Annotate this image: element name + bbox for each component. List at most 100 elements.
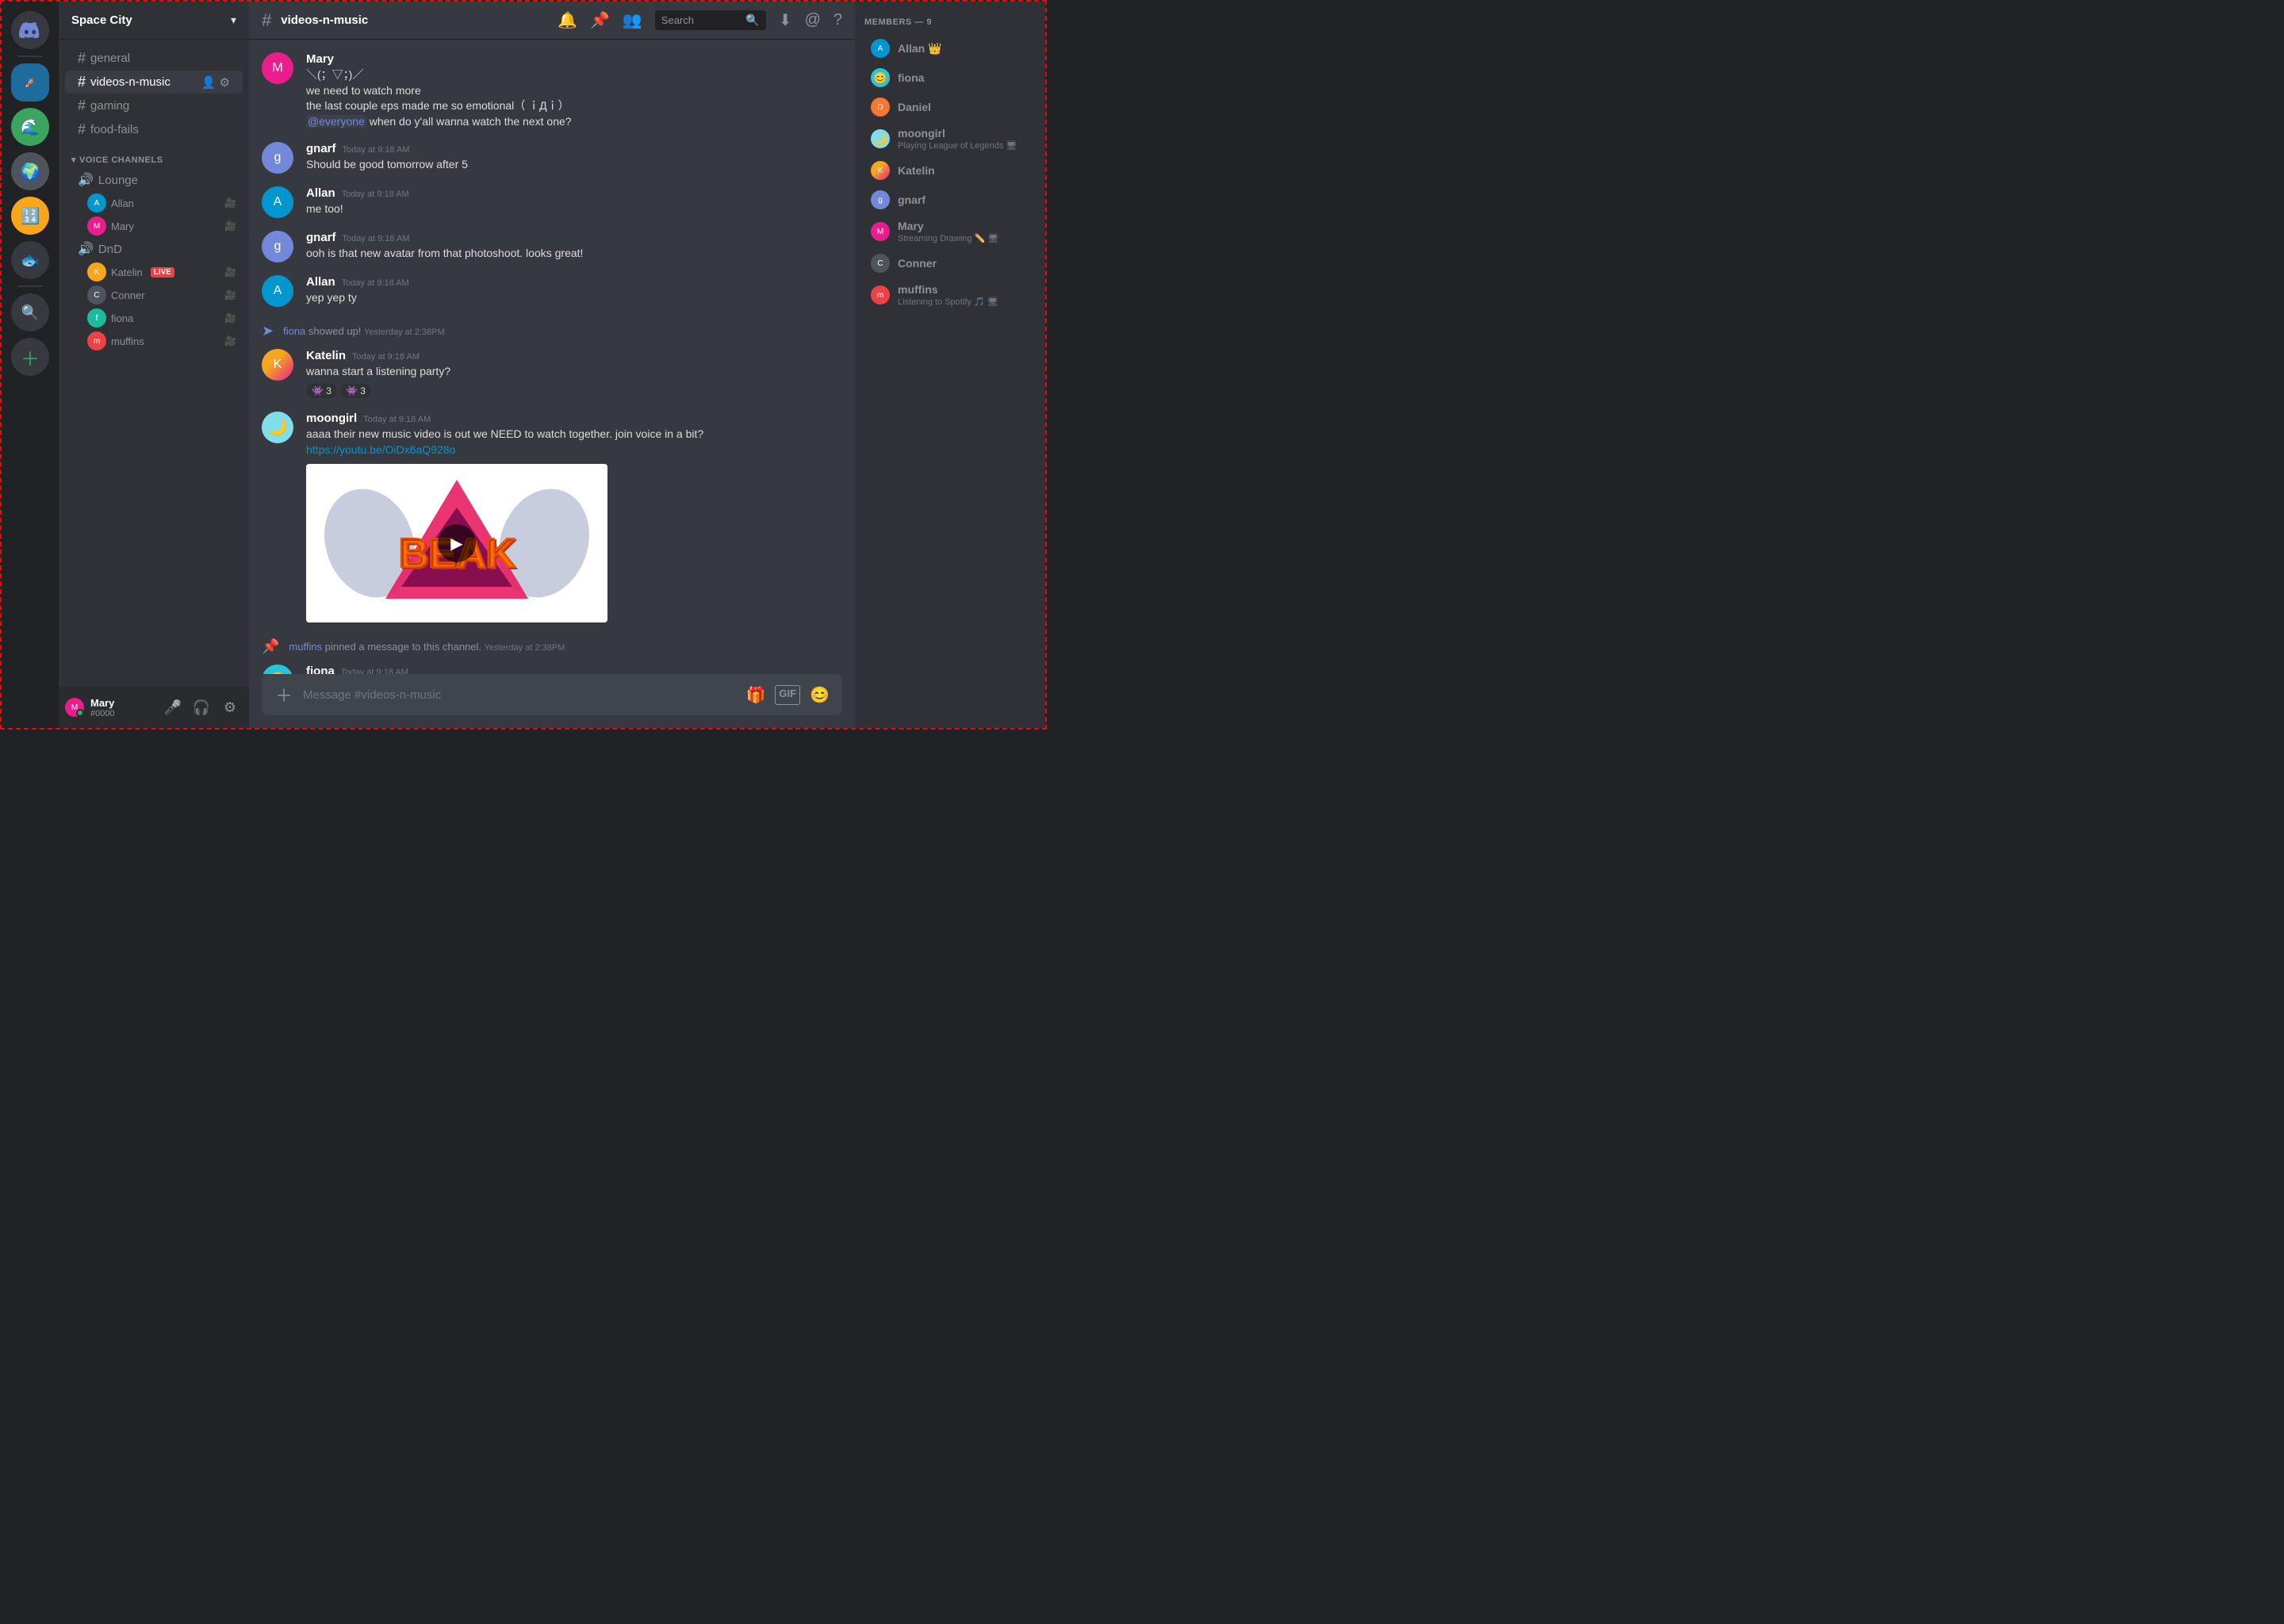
author-katelin[interactable]: Katelin xyxy=(306,349,346,362)
message-content-fiona: fiona Today at 9:18 AM wait have you see… xyxy=(306,665,842,674)
emoji-icon[interactable]: 😊 xyxy=(810,685,830,705)
speaker-icon-dnd: 🔊 xyxy=(78,241,94,257)
system-action-muffins: pinned a message to this channel. xyxy=(325,641,481,653)
video-icon-muffins: 🎥 xyxy=(224,335,236,347)
video-icon-allan: 🎥 xyxy=(224,197,236,209)
at-icon[interactable]: @ xyxy=(805,11,821,29)
message-text-mary-4: @everyone when do y'all wanna watch the … xyxy=(306,114,842,130)
member-item-muffins[interactable]: m muffins Listening to Spotify 🎵 🖥 xyxy=(861,278,1039,312)
gif-button[interactable]: GIF xyxy=(775,685,800,705)
help-icon[interactable]: ? xyxy=(834,11,842,29)
channel-item-general[interactable]: # general xyxy=(65,47,243,70)
microphone-button[interactable]: 🎤 xyxy=(160,695,186,720)
server-icon-3[interactable]: 🌍 xyxy=(11,152,49,190)
message-input[interactable] xyxy=(303,688,737,702)
message-group-gnarf-1: g gnarf Today at 9:18 AM Should be good … xyxy=(262,142,842,174)
settings-icon[interactable]: ⚙ xyxy=(220,75,230,90)
server-icon-space-city[interactable]: 🚀 xyxy=(11,63,49,102)
headphone-button[interactable]: 🎧 xyxy=(189,695,214,720)
message-text-moongirl-link: https://youtu.be/OiDx6aQ928o xyxy=(306,442,842,458)
discover-button[interactable]: 🔍 xyxy=(11,293,49,331)
search-box[interactable]: 🔍 xyxy=(655,10,766,30)
server-divider-2 xyxy=(17,285,43,287)
speaker-icon-lounge: 🔊 xyxy=(78,172,94,188)
message-content-allan-1: Allan Today at 9:18 AM me too! xyxy=(306,186,842,218)
channel-item-gaming[interactable]: # gaming xyxy=(65,94,243,117)
download-icon[interactable]: ⬇ xyxy=(779,10,792,30)
voice-channel-name-lounge: Lounge xyxy=(98,174,138,187)
voice-channel-dnd[interactable]: 🔊 DnD xyxy=(65,238,243,260)
member-name-fiona: fiona xyxy=(898,71,1029,84)
server-header[interactable]: Space City ▾ xyxy=(59,2,249,40)
voice-channel-name-dnd: DnD xyxy=(98,243,122,256)
timestamp-gnarf-2: Today at 9:18 AM xyxy=(343,234,410,243)
member-name-moongirl: moongirl xyxy=(898,127,1029,140)
member-item-allan[interactable]: A Allan 👑 xyxy=(861,34,1039,63)
timestamp-katelin: Today at 9:18 AM xyxy=(352,352,420,362)
member-item-conner[interactable]: C Conner xyxy=(861,249,1039,278)
reaction-2[interactable]: 👾 3 xyxy=(340,383,371,399)
current-user-name: Mary xyxy=(90,697,154,709)
member-status-muffins: Listening to Spotify 🎵 🖥 xyxy=(898,297,1029,307)
author-allan-2[interactable]: Allan xyxy=(306,275,335,289)
voice-channel-lounge[interactable]: 🔊 Lounge xyxy=(65,169,243,191)
message-header-allan-2: Allan Today at 9:18 AM xyxy=(306,275,842,289)
message-text-moongirl-1: aaaa their new music video is out we NEE… xyxy=(306,427,842,442)
member-info-fiona: fiona xyxy=(898,71,1029,84)
avatar-fiona-voice: f xyxy=(87,308,106,327)
voice-user-mary[interactable]: M Mary 🎥 xyxy=(65,215,243,237)
user-settings-button[interactable]: ⚙ xyxy=(217,695,243,720)
avatar-fiona-chat: 😊 xyxy=(262,665,293,674)
server-icon-4[interactable]: 🔢 xyxy=(11,197,49,235)
voice-user-muffins[interactable]: m muffins 🎥 xyxy=(65,330,243,352)
avatar-conner-voice: C xyxy=(87,285,106,304)
author-moongirl[interactable]: moongirl xyxy=(306,412,357,425)
add-members-icon[interactable]: 👤 xyxy=(201,75,217,90)
members-icon[interactable]: 👥 xyxy=(623,10,642,30)
member-name-katelin: Katelin xyxy=(898,164,1029,177)
channel-item-food-fails[interactable]: # food-fails xyxy=(65,118,243,141)
channel-item-videos-n-music[interactable]: # videos-n-music 👤 ⚙ xyxy=(65,71,243,94)
author-fiona[interactable]: fiona xyxy=(306,665,335,674)
voice-user-fiona[interactable]: f fiona 🎥 xyxy=(65,307,243,329)
member-item-fiona[interactable]: 😊 fiona xyxy=(861,63,1039,92)
channel-header-name: videos-n-music xyxy=(281,13,368,27)
message-group-gnarf-2: g gnarf Today at 9:18 AM ooh is that new… xyxy=(262,231,842,262)
embed-link[interactable]: https://youtu.be/OiDx6aQ928o xyxy=(306,443,455,456)
member-info-allan: Allan 👑 xyxy=(898,42,1029,56)
discord-home-button[interactable] xyxy=(11,11,49,49)
member-item-mary[interactable]: M Mary Streaming Drawing ✏️ 🖥 xyxy=(861,215,1039,248)
voice-user-allan[interactable]: A Allan 🎥 xyxy=(65,192,243,214)
pin-icon[interactable]: 📌 xyxy=(590,10,610,30)
play-button[interactable]: ▶ xyxy=(438,524,476,562)
member-item-katelin[interactable]: K Katelin xyxy=(861,156,1039,185)
message-content-katelin: Katelin Today at 9:18 AM wanna start a l… xyxy=(306,349,842,399)
attachment-button[interactable]: ＋ xyxy=(274,682,293,707)
system-actor-fiona[interactable]: fiona xyxy=(283,325,305,337)
video-icon-fiona: 🎥 xyxy=(224,312,236,324)
author-gnarf-2[interactable]: gnarf xyxy=(306,231,336,244)
user-info: Mary #0000 xyxy=(90,697,154,718)
member-item-moongirl[interactable]: 🌙 moongirl Playing League of Legends 🖥 xyxy=(861,122,1039,155)
member-info-mary: Mary Streaming Drawing ✏️ 🖥 xyxy=(898,220,1029,243)
reaction-1[interactable]: 👾 3 xyxy=(306,383,337,399)
avatar-conner-member: C xyxy=(871,254,890,273)
member-item-gnarf[interactable]: g gnarf xyxy=(861,186,1039,214)
author-allan-1[interactable]: Allan xyxy=(306,186,335,200)
voice-user-katelin[interactable]: K Katelin LIVE 🎥 xyxy=(65,261,243,283)
gift-icon[interactable]: 🎁 xyxy=(746,685,766,705)
search-icon: 🔍 xyxy=(745,13,759,27)
server-icon-2[interactable]: 🌊 xyxy=(11,108,49,146)
add-server-button[interactable]: ＋ xyxy=(11,338,49,376)
author-mary[interactable]: Mary xyxy=(306,52,334,66)
voice-user-conner[interactable]: C Conner 🎥 xyxy=(65,284,243,306)
channel-name-gaming: gaming xyxy=(90,99,129,113)
search-input[interactable] xyxy=(661,14,740,26)
system-actor-muffins[interactable]: muffins xyxy=(289,641,322,653)
server-icon-5[interactable]: 🐟 xyxy=(11,241,49,279)
member-item-daniel[interactable]: D Daniel xyxy=(861,93,1039,121)
bell-icon[interactable]: 🔔 xyxy=(558,10,577,30)
message-content-gnarf-2: gnarf Today at 9:18 AM ooh is that new a… xyxy=(306,231,842,262)
avatar-gnarf-member: g xyxy=(871,190,890,209)
author-gnarf-1[interactable]: gnarf xyxy=(306,142,336,155)
